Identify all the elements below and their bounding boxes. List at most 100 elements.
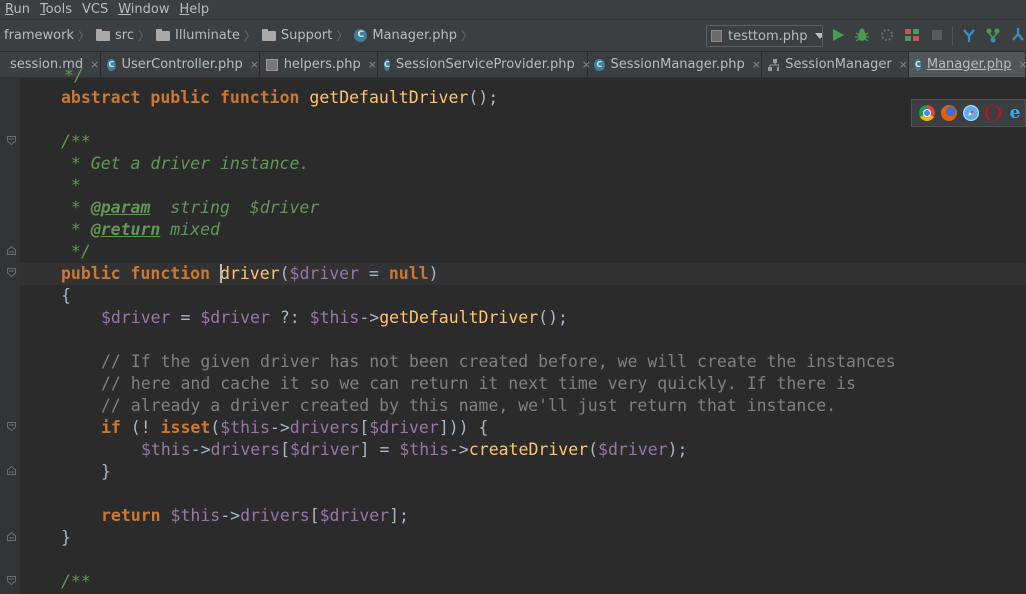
variable: $this <box>309 308 360 327</box>
keyword: function <box>130 264 211 283</box>
punctuation: } <box>61 528 71 547</box>
close-icon[interactable]: × <box>90 58 99 71</box>
tab-sessionmanager-php[interactable]: C SessionManager.php × <box>588 52 762 77</box>
variable: $driver <box>289 264 360 283</box>
keyword: function <box>219 88 300 107</box>
tab-session-md[interactable]: session.md × <box>0 52 101 77</box>
stop-icon[interactable] <box>929 27 945 43</box>
menu-mnemonic: T <box>39 2 46 17</box>
class-diagram-icon <box>768 58 780 71</box>
run-configuration-select[interactable]: testtom.php <box>706 25 823 47</box>
opera-icon[interactable] <box>985 105 1001 121</box>
vcs-commit-icon[interactable] <box>985 27 1001 43</box>
close-icon[interactable]: × <box>1019 58 1026 71</box>
property: drivers <box>210 440 281 459</box>
tab-usercontroller-php[interactable]: C UserController.php × <box>101 52 260 77</box>
run-icon[interactable] <box>830 27 846 43</box>
menu-run[interactable]: Run <box>0 2 35 17</box>
punctuation: ) <box>428 264 439 283</box>
folder-icon <box>96 28 111 41</box>
punctuation: ]; <box>389 506 409 525</box>
tab-manager-php[interactable]: C Manager.php × <box>909 52 1026 77</box>
folder-icon <box>156 28 171 41</box>
editor-tab-bar: session.md × C UserController.php × help… <box>0 52 1026 78</box>
code-line: */ <box>61 241 91 263</box>
menu-mnemonic: R <box>5 2 14 17</box>
punctuation: ( <box>588 440 599 459</box>
doc-tag: @param <box>90 198 151 217</box>
tab-helpers-php[interactable]: helpers.php × <box>260 52 378 77</box>
menu-window[interactable]: Window <box>113 2 174 17</box>
property: drivers <box>289 418 360 437</box>
firefox-icon[interactable] <box>941 105 957 121</box>
doc-comment: * <box>61 198 91 217</box>
punctuation: -> <box>190 440 211 459</box>
code-line: return $this->drivers[$driver]; <box>101 505 409 527</box>
menu-tools[interactable]: Tools <box>35 2 77 17</box>
punctuation: { <box>61 286 71 305</box>
tab-label: Manager.php <box>926 57 1012 72</box>
tab-label: SessionManager.php <box>610 57 745 72</box>
menu-vcs[interactable]: VCS <box>77 2 113 17</box>
doc-comment: */ <box>61 242 91 261</box>
tab-sessionserviceprovider-php[interactable]: C SessionServiceProvider.php × <box>378 52 591 77</box>
chrome-icon[interactable] <box>919 105 935 121</box>
chevron-right-icon: 〉 <box>138 29 151 43</box>
chevron-right-icon: 〉 <box>78 29 91 43</box>
doc-comment: * Get a driver instance. <box>61 154 310 173</box>
breadcrumb-framework[interactable]: framework 〉 <box>0 27 96 44</box>
code-line: * Get a driver instance. <box>61 153 309 175</box>
punctuation: ?: <box>269 308 310 327</box>
variable: $driver <box>101 308 171 327</box>
variable: $driver <box>290 440 360 459</box>
profiler-icon[interactable] <box>904 27 920 43</box>
breadcrumb-label: Manager.php <box>372 28 457 43</box>
code-line-current: public function driver($driver = null) <box>61 263 439 285</box>
ie-icon[interactable]: e <box>1007 105 1023 122</box>
variable: $driver <box>319 506 390 525</box>
close-icon[interactable]: × <box>250 58 259 71</box>
debug-icon[interactable] <box>854 27 870 43</box>
menu-help[interactable]: Help <box>174 2 214 17</box>
vcs-push-icon[interactable] <box>1010 27 1026 43</box>
safari-icon[interactable] <box>963 105 979 121</box>
property: drivers <box>240 506 310 525</box>
close-icon[interactable]: × <box>368 58 377 71</box>
menu-mnemonic: W <box>118 2 131 17</box>
variable: $this <box>399 440 449 459</box>
code-line: } <box>101 461 111 483</box>
doc-comment: string $driver <box>150 198 320 217</box>
breadcrumb-illuminate[interactable]: Illuminate 〉 <box>156 27 262 44</box>
breadcrumb-src[interactable]: src 〉 <box>96 27 156 44</box>
punctuation: = <box>170 308 201 327</box>
keyword: public <box>61 264 121 283</box>
code-line: */ <box>64 65 84 87</box>
keyword: public <box>150 88 211 107</box>
vcs-update-icon[interactable] <box>961 27 977 43</box>
punctuation: ( <box>210 418 221 437</box>
doc-comment: /** <box>61 132 91 151</box>
doc-comment: * <box>61 220 91 239</box>
text-caret <box>219 264 222 283</box>
breadcrumb-support[interactable]: Support 〉 <box>261 27 354 44</box>
tab-sessionmanager-diagram[interactable]: SessionManager × <box>762 52 909 77</box>
close-icon[interactable]: × <box>899 58 908 71</box>
keyword: if <box>101 418 121 437</box>
breadcrumb-manager-php[interactable]: C Manager.php 〉 <box>354 27 479 44</box>
punctuation: -> <box>220 506 241 525</box>
tab-label: SessionServiceProvider.php <box>395 57 575 72</box>
php-file-icon <box>711 30 722 42</box>
code-line: /** <box>61 571 91 593</box>
punctuation: } <box>101 462 111 481</box>
line-comment: // here and cache it so we can return it… <box>101 374 856 393</box>
punctuation: (); <box>468 88 499 107</box>
open-in-browser-popup: e <box>911 99 1026 127</box>
punctuation <box>161 506 171 525</box>
close-icon[interactable]: × <box>752 58 761 71</box>
coverage-icon[interactable] <box>879 27 895 43</box>
folder-icon <box>261 28 276 41</box>
punctuation: ] = <box>359 440 400 459</box>
doc-comment: mixed <box>160 220 220 239</box>
code-editor[interactable]: */ abstract public function getDefaultDr… <box>0 66 1026 594</box>
tab-label: SessionManager <box>785 57 892 72</box>
